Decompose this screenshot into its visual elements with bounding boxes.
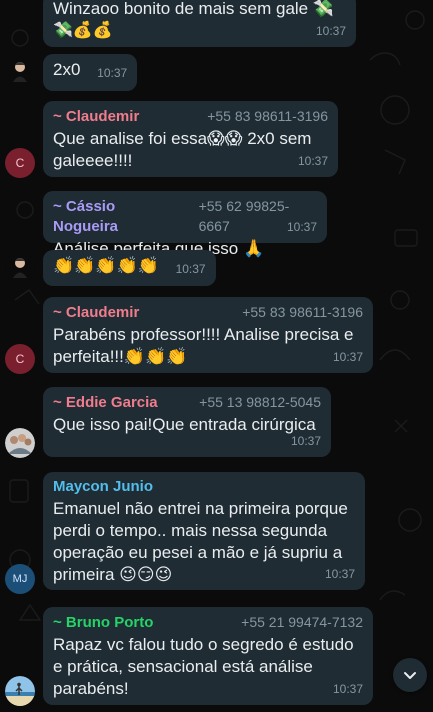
chat-message-list[interactable]: Winzaoo bonito de mais sem gale 💸 💸💰💰 10… [0, 0, 433, 712]
message-timestamp: 10:37 [315, 24, 346, 38]
message-timestamp: 10:37 [286, 220, 317, 234]
message-bubble-2: 2x0 10:37 [43, 54, 138, 91]
message-timestamp: 10:37 [332, 350, 363, 364]
message-bubble-3: ~ Claudemir +55 83 98611-3196 Que analis… [43, 101, 338, 177]
sender-phone: +55 21 99474-7132 [241, 614, 363, 630]
message-bubble-1: Winzaoo bonito de mais sem gale 💸 💸💰💰 10… [43, 0, 356, 47]
message-text: Que isso pai!Que entrada cirúrgica [53, 415, 316, 434]
message-text: Winzaoo bonito de mais sem gale 💸 [53, 0, 335, 18]
message-bubble-6: ~ Claudemir +55 83 98611-3196 Parabéns p… [43, 297, 373, 373]
message-timestamp: 10:37 [324, 567, 355, 581]
message-text: Que analise foi essa😱😱 2x0 sem galeeee!!… [53, 129, 312, 170]
message-timestamp: 10:37 [175, 262, 206, 276]
message-timestamp: 10:37 [290, 434, 321, 448]
message-bubble-7: ~ Eddie Garcia +55 13 98812-5045 Que iss… [43, 387, 331, 457]
sender-phone: +55 13 98812-5045 [199, 394, 321, 410]
message-text: Parabéns professor!!!! Analise precisa e… [53, 325, 354, 366]
message-timestamp: 10:37 [297, 154, 328, 168]
avatar-claudemir[interactable]: C [5, 148, 35, 178]
sender-name[interactable]: ~ Claudemir [53, 107, 139, 127]
scroll-to-bottom-button[interactable] [393, 658, 427, 692]
sender-phone: +55 83 98611-3196 [207, 108, 328, 124]
message-bubble-9: ~ Bruno Porto +55 21 99474-7132 Rapaz vc… [43, 607, 373, 705]
message-text: 👏👏👏👏👏 [53, 256, 159, 275]
person-avatar-icon[interactable] [5, 252, 35, 282]
sender-name[interactable]: ~ Claudemir [53, 303, 139, 323]
sender-name[interactable]: ~ Eddie Garcia [53, 393, 158, 413]
message-text: 💸💰💰 [53, 22, 113, 39]
avatar-claudemir[interactable]: C [5, 344, 35, 374]
person-avatar-icon[interactable] [5, 56, 35, 86]
message-text: 2x0 [53, 60, 81, 79]
avatar-maycon[interactable]: MJ [5, 564, 35, 594]
message-bubble-5: 👏👏👏👏👏 10:37 [43, 250, 216, 286]
message-bubble-4: ~ Cássio Nogueira +55 62 99825-6667 Anál… [43, 191, 327, 258]
message-timestamp: 10:37 [97, 66, 128, 80]
chevron-down-icon [404, 672, 416, 679]
message-bubble-8: Maycon Junio Emanuel não entrei na prime… [43, 472, 365, 590]
sender-name[interactable]: ~ Bruno Porto [53, 613, 153, 633]
sender-name[interactable]: ~ Cássio Nogueira [53, 197, 181, 237]
group-photo-avatar-icon[interactable] [5, 428, 35, 458]
message-timestamp: 10:37 [332, 682, 363, 696]
sender-phone: +55 83 98611-3196 [242, 304, 363, 320]
sender-name[interactable]: Maycon Junio [53, 477, 153, 497]
beach-photo-avatar-icon[interactable] [5, 676, 35, 706]
message-text: Rapaz vc falou tudo o segredo é estudo e… [53, 635, 354, 698]
message-text: Emanuel não entrei na primeira porque pe… [53, 499, 348, 584]
